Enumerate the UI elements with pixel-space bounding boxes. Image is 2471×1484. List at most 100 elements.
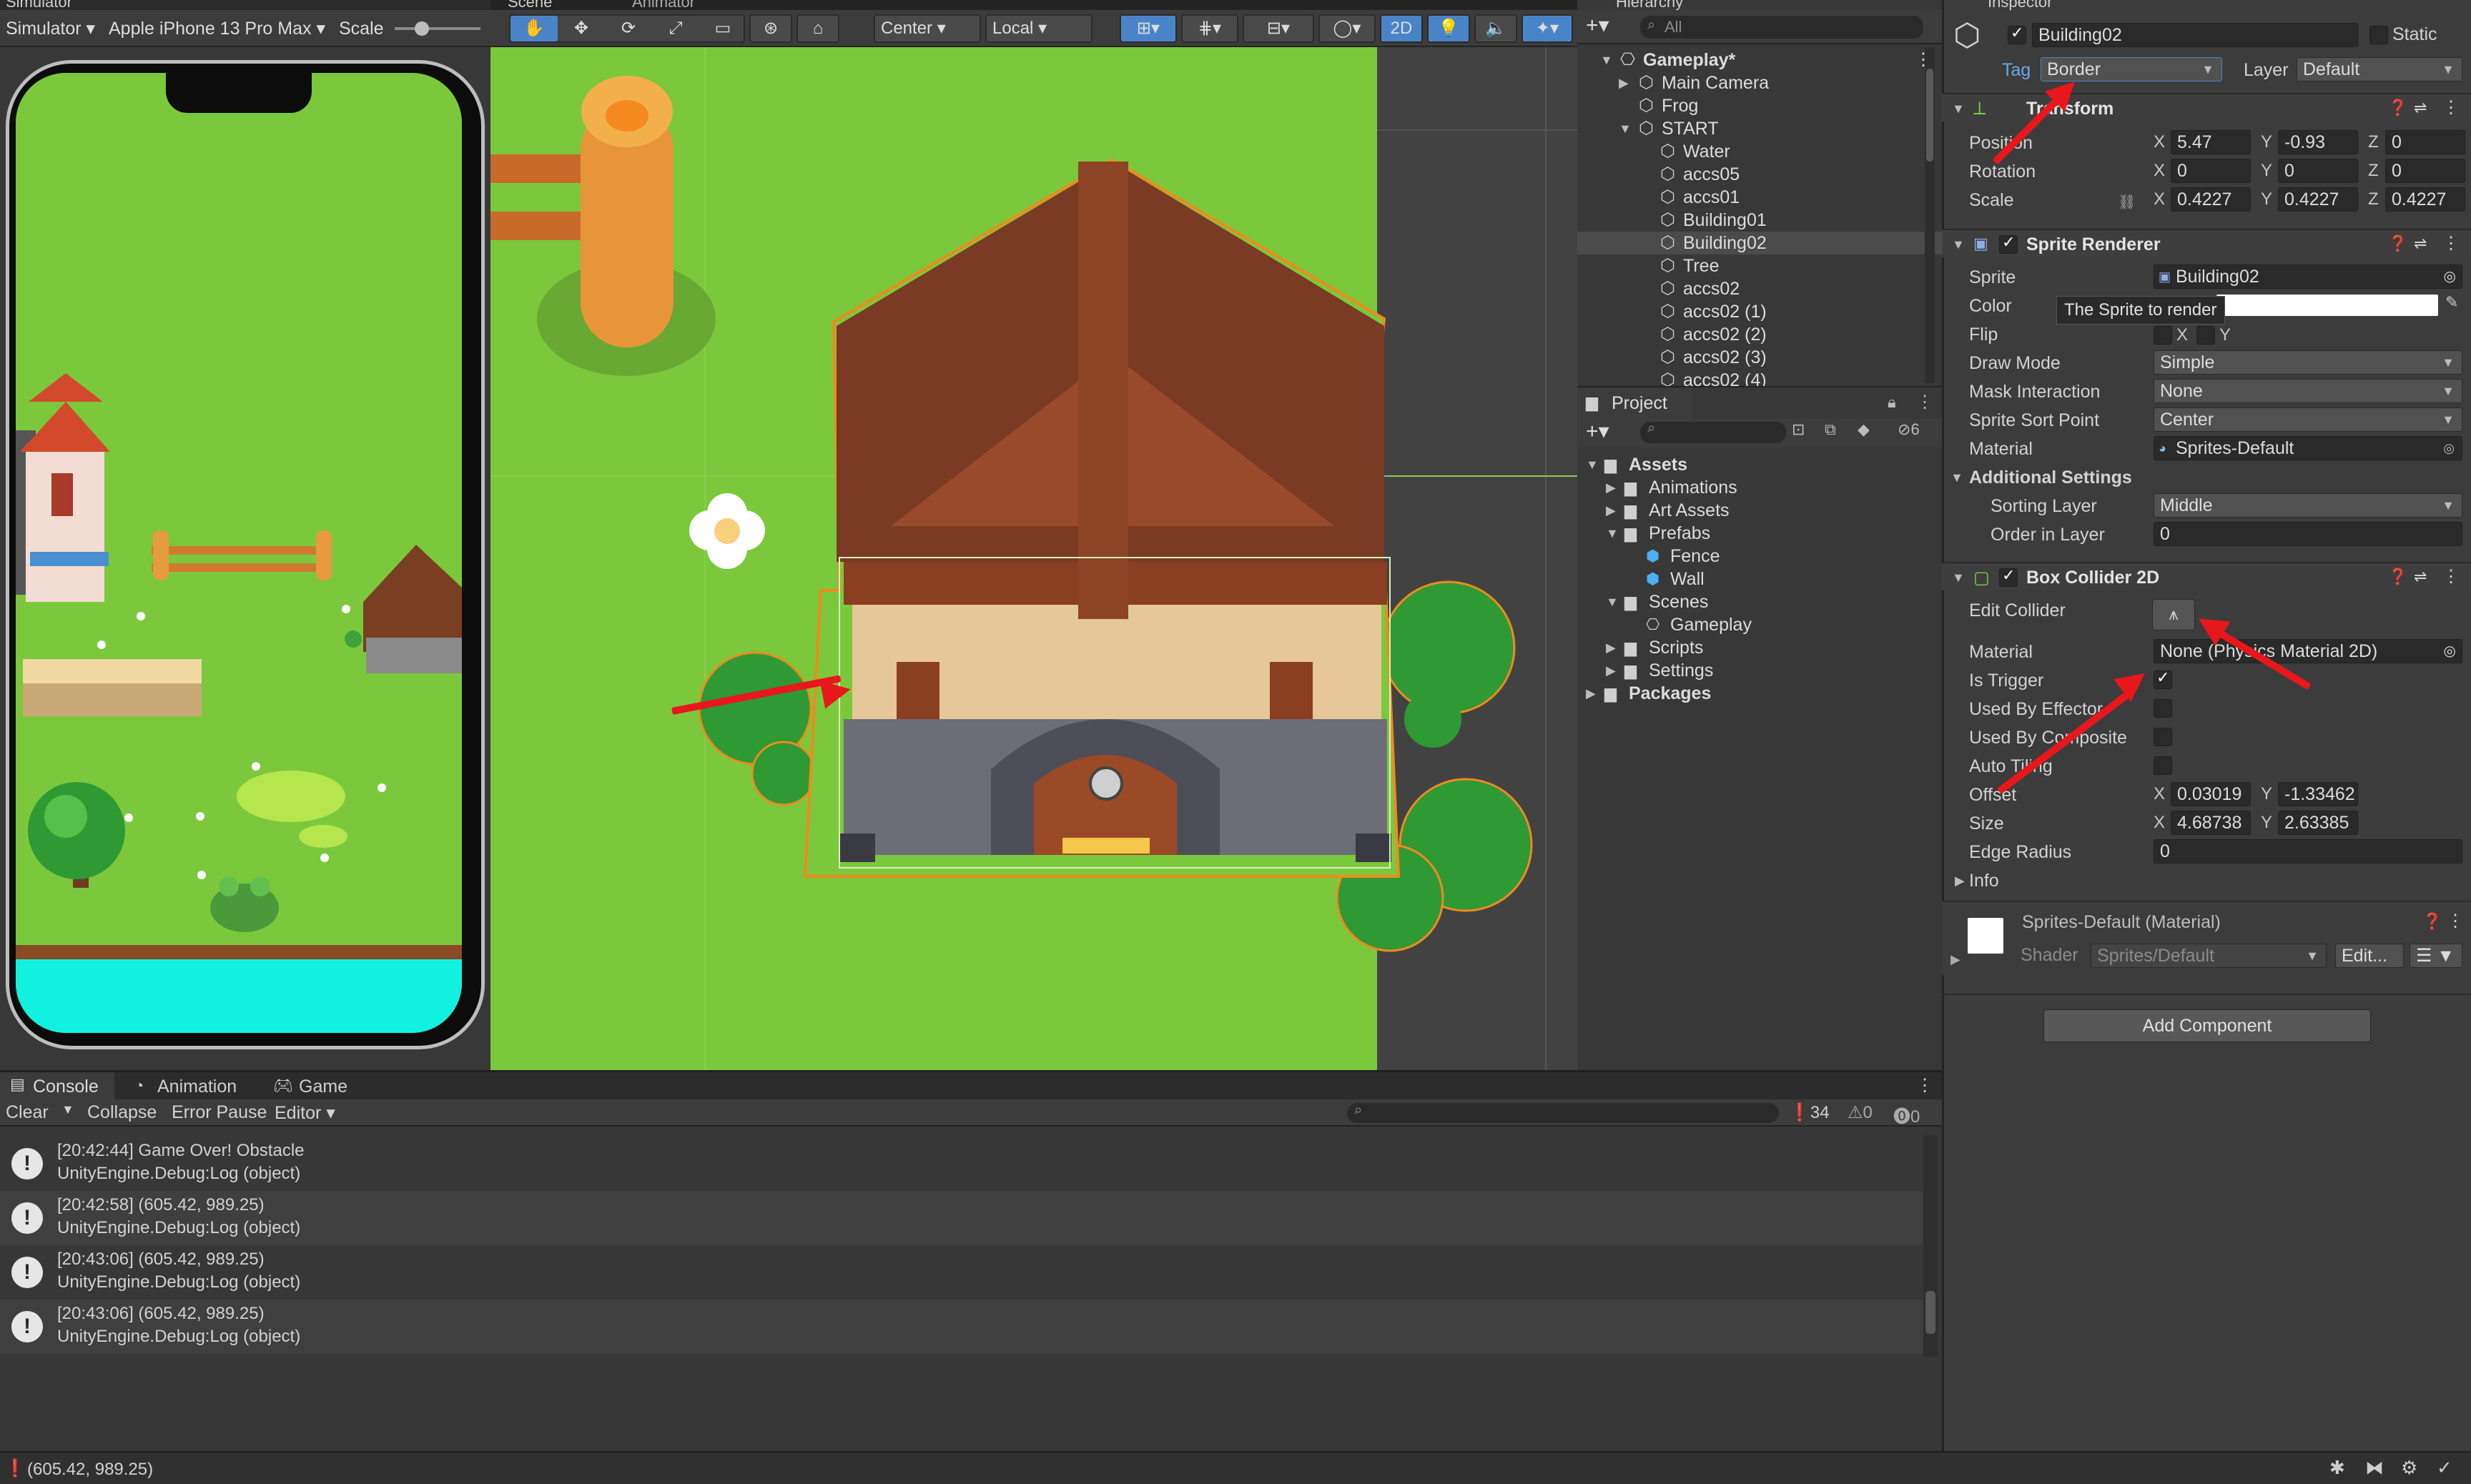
tab-inspector[interactable]: Inspector [1988, 0, 2053, 11]
position-x-field[interactable]: 5.47 [2171, 130, 2251, 154]
hierarchy-item[interactable]: ⬡ accs02 (1) [1577, 300, 1942, 323]
project-item[interactable]: ▶ ▆ Art Assets [1577, 499, 1942, 522]
tab-animation[interactable]: Animation [157, 1077, 237, 1097]
hierarchy-item[interactable]: ⬡ accs02 [1577, 277, 1942, 300]
hierarchy-item[interactable]: ⬡ Building02 [1577, 232, 1942, 254]
game-screen[interactable] [16, 73, 462, 1033]
sprite-field[interactable]: ▣ Building02 ◎ [2154, 264, 2462, 289]
foldout-arrow-icon[interactable]: ▼ [1952, 570, 1965, 585]
foldout-arrow-icon[interactable]: ▼ [1606, 522, 1619, 545]
preset-icon[interactable]: ⇌ [2414, 234, 2427, 253]
filter-type-icon[interactable]: ⊡ [1792, 420, 1805, 439]
box-collider-enabled-checkbox[interactable]: ✓ [1999, 566, 2018, 587]
project-item[interactable]: ▼ ▆ Scenes [1577, 590, 1942, 613]
foldout-arrow-icon[interactable]: ▼ [1586, 453, 1599, 476]
more-options-icon[interactable]: ⋮ [1916, 1075, 1933, 1096]
filter-label-icon[interactable]: ⧉ [1825, 420, 1836, 439]
more-options-icon[interactable]: ⋮ [1916, 392, 1933, 412]
console-log-entry[interactable]: ! [20:43:06] (605.42, 989.25) UnityEngine.… [0, 1300, 1923, 1354]
editor-dropdown[interactable]: Editor ▾ [275, 1102, 335, 1124]
hierarchy-item[interactable]: ⬡ Tree [1577, 254, 1942, 277]
warning-count-toggle[interactable]: ⚠0 [1848, 1102, 1873, 1123]
clear-button[interactable]: Clear [6, 1102, 49, 1123]
offset-x-field[interactable]: 0.03019 [2171, 782, 2251, 806]
color-swatch[interactable] [2216, 295, 2438, 316]
used-by-composite-checkbox[interactable] [2154, 728, 2172, 746]
transform-tool-icon[interactable]: ⊛ [749, 14, 792, 43]
help-icon[interactable]: ❓ [2422, 912, 2442, 931]
status-message[interactable]: (605.42, 989.25) [27, 1460, 153, 1480]
hierarchy-item[interactable]: ⬡ accs05 [1577, 163, 1942, 186]
rotation-z-field[interactable]: 0 [2385, 159, 2465, 183]
scale-y-field[interactable]: 0.4227 [2278, 187, 2358, 212]
help-icon[interactable]: ❓ [2388, 568, 2407, 586]
more-options-icon[interactable]: ⋮ [2442, 233, 2460, 254]
hierarchy-scroll-thumb[interactable] [1926, 69, 1933, 162]
foldout-arrow-icon[interactable]: ▼ [1619, 117, 1632, 140]
hierarchy-scrollbar[interactable] [1925, 47, 1935, 383]
log-count-toggle[interactable]: ❗34 [1789, 1102, 1830, 1123]
sprite-material-field[interactable]: ◕ Sprites-Default ◎ [2154, 436, 2462, 460]
space-dropdown[interactable]: Local ▾ [985, 14, 1093, 43]
is-trigger-checkbox[interactable]: ✓ [2154, 668, 2172, 689]
error-count-toggle[interactable]: ⓿0 [1893, 1102, 1920, 1127]
flip-y-checkbox[interactable] [2196, 326, 2215, 345]
error-pause-button[interactable]: Error Pause [172, 1102, 267, 1123]
mask-interaction-dropdown[interactable]: None ▼ [2154, 379, 2462, 403]
tab-console[interactable]: ▤ Console [0, 1072, 114, 1099]
foldout-arrow-icon[interactable]: ▼ [1952, 102, 1965, 117]
project-item[interactable]: ▼ ▆ Assets [1577, 453, 1942, 476]
clear-options-chevron-icon[interactable]: ▼ [61, 1102, 74, 1117]
position-y-field[interactable]: -0.93 [2278, 130, 2358, 154]
project-item[interactable]: ⬢ Wall [1577, 568, 1942, 590]
scale-tool-icon[interactable]: ⤢ [652, 16, 699, 41]
add-icon[interactable]: +▾ [1586, 13, 1609, 38]
foldout-arrow-icon[interactable]: ▶ [1606, 499, 1616, 522]
hierarchy-item[interactable]: ▼ ⬡ START [1577, 117, 1942, 140]
project-item[interactable]: ▶ ▆ Animations [1577, 476, 1942, 499]
project-item[interactable]: ▶ ▆ Settings [1577, 659, 1942, 682]
foldout-arrow-icon[interactable]: ▼ [1600, 49, 1613, 71]
object-picker-icon[interactable]: ◎ [2443, 437, 2455, 460]
auto-tiling-checkbox[interactable] [2154, 756, 2172, 775]
hierarchy-item[interactable]: ⬡ accs01 [1577, 186, 1942, 209]
object-name-field[interactable]: Building02 [2032, 23, 2358, 47]
order-in-layer-field[interactable]: 0 [2154, 522, 2462, 546]
preset-icon[interactable]: ⇌ [2414, 568, 2427, 586]
console-log-entry[interactable]: ! [20:42:44] Game Over! Obstacle UnityEngi… [0, 1137, 1923, 1191]
scale-slider-track[interactable] [395, 27, 480, 30]
more-options-icon[interactable]: ⋮ [2442, 566, 2460, 587]
console-search-input[interactable] [1347, 1103, 1779, 1123]
hand-tool-icon[interactable]: ✋ [511, 16, 558, 41]
help-icon[interactable]: ❓ [2388, 99, 2407, 117]
more-options-icon[interactable]: ⋮ [2442, 97, 2460, 118]
link-icon[interactable]: ⛓ [2118, 193, 2136, 211]
add-icon[interactable]: +▾ [1586, 419, 1609, 444]
console-scrollbar[interactable] [1923, 1135, 1938, 1357]
hidden-packages-icon[interactable]: ⊘6 [1898, 420, 1920, 439]
offset-y-field[interactable]: -1.33462 [2278, 782, 2358, 806]
position-z-field[interactable]: 0 [2385, 130, 2465, 154]
used-by-effector-checkbox[interactable] [2154, 699, 2172, 718]
foldout-arrow-icon[interactable]: ▶ [1950, 952, 1960, 967]
eyedropper-icon[interactable]: ✎ [2445, 293, 2458, 312]
hierarchy-search-input[interactable]: All [1640, 16, 1923, 39]
size-y-field[interactable]: 2.63385 [2278, 811, 2358, 835]
box-collider-header[interactable]: ▼ ▢ ✓ Box Collider 2D ❓ ⇌ ⋮ [1942, 562, 2471, 590]
edit-collider-button[interactable]: ⩚ [2152, 599, 2195, 630]
cache-server-icon[interactable]: ⧓ [2365, 1457, 2384, 1479]
console-scroll-thumb[interactable] [1925, 1291, 1935, 1334]
project-item[interactable]: ⎔ Gameplay [1577, 613, 1942, 636]
edge-radius-field[interactable]: 0 [2154, 839, 2462, 864]
device-dropdown[interactable]: Apple iPhone 13 Pro Max ▾ [109, 16, 325, 41]
foldout-arrow-icon[interactable]: ▶ [1619, 71, 1629, 94]
edit-shader-button[interactable]: Edit... [2335, 944, 2404, 968]
shading-icon[interactable]: ◯▾ [1318, 14, 1376, 43]
preset-icon[interactable]: ⇌ [2414, 99, 2427, 117]
rotation-x-field[interactable]: 0 [2171, 159, 2251, 183]
sorting-layer-dropdown[interactable]: Middle ▼ [2154, 493, 2462, 518]
sprite-sort-point-dropdown[interactable]: Center ▼ [2154, 407, 2462, 432]
active-checkbox[interactable]: ✓ [2008, 24, 2026, 44]
progress-check-icon[interactable]: ✓ [2437, 1457, 2452, 1479]
gear-icon[interactable]: ⚙ [2401, 1457, 2417, 1479]
